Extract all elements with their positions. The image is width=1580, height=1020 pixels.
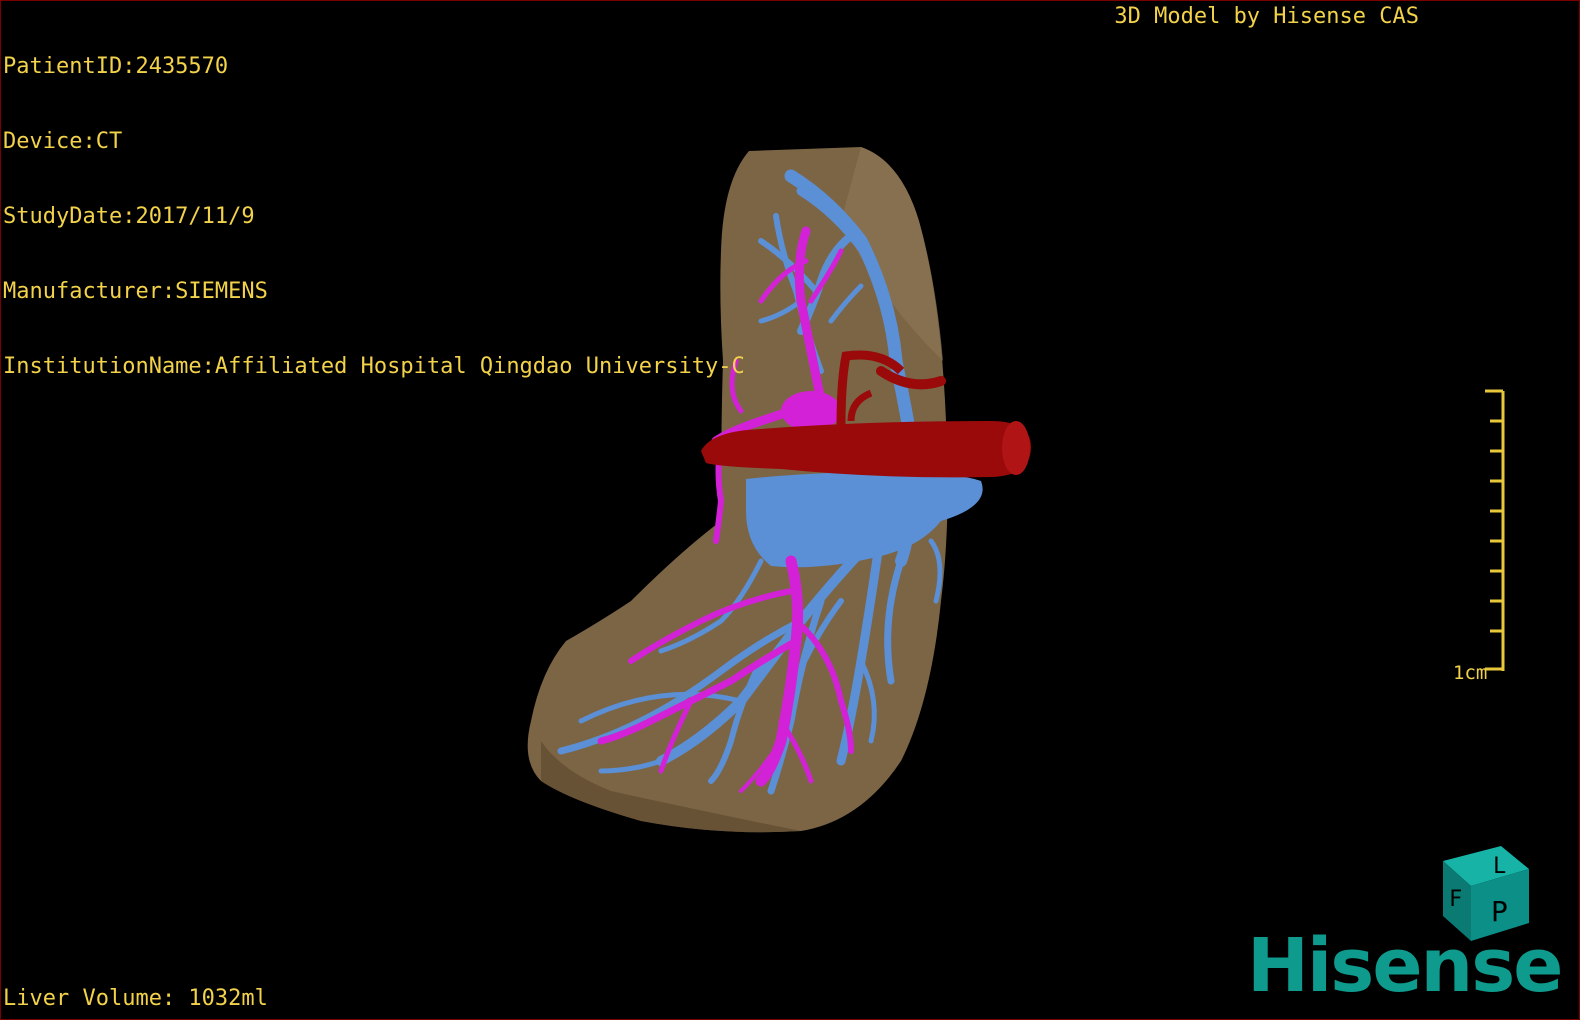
patient-id: PatientID:2435570	[3, 54, 229, 79]
dicom-info-panel: PatientID:2435570 Device:CT StudyDate:20…	[3, 4, 745, 429]
manufacturer: Manufacturer:SIEMENS	[3, 279, 268, 304]
portal-vein-trunk	[746, 472, 983, 568]
cube-face-top: L	[1493, 854, 1506, 879]
scale-bar-label: 1cm	[1453, 662, 1488, 684]
device: Device:CT	[3, 129, 123, 154]
institution-name: InstitutionName:Affiliated Hospital Qing…	[3, 354, 745, 379]
hisense-logo: Hisense	[1247, 923, 1563, 1009]
cube-face-left: F	[1449, 887, 1462, 912]
model-credit: 3D Model by Hisense CAS	[1114, 4, 1419, 29]
scale-bar	[1485, 389, 1505, 671]
liver-volume: Liver Volume: 1032ml	[3, 986, 268, 1011]
study-date: StudyDate:2017/11/9	[3, 204, 255, 229]
3d-viewport[interactable]: L F P PatientID:2435570 Device:CT StudyD…	[0, 0, 1580, 1020]
